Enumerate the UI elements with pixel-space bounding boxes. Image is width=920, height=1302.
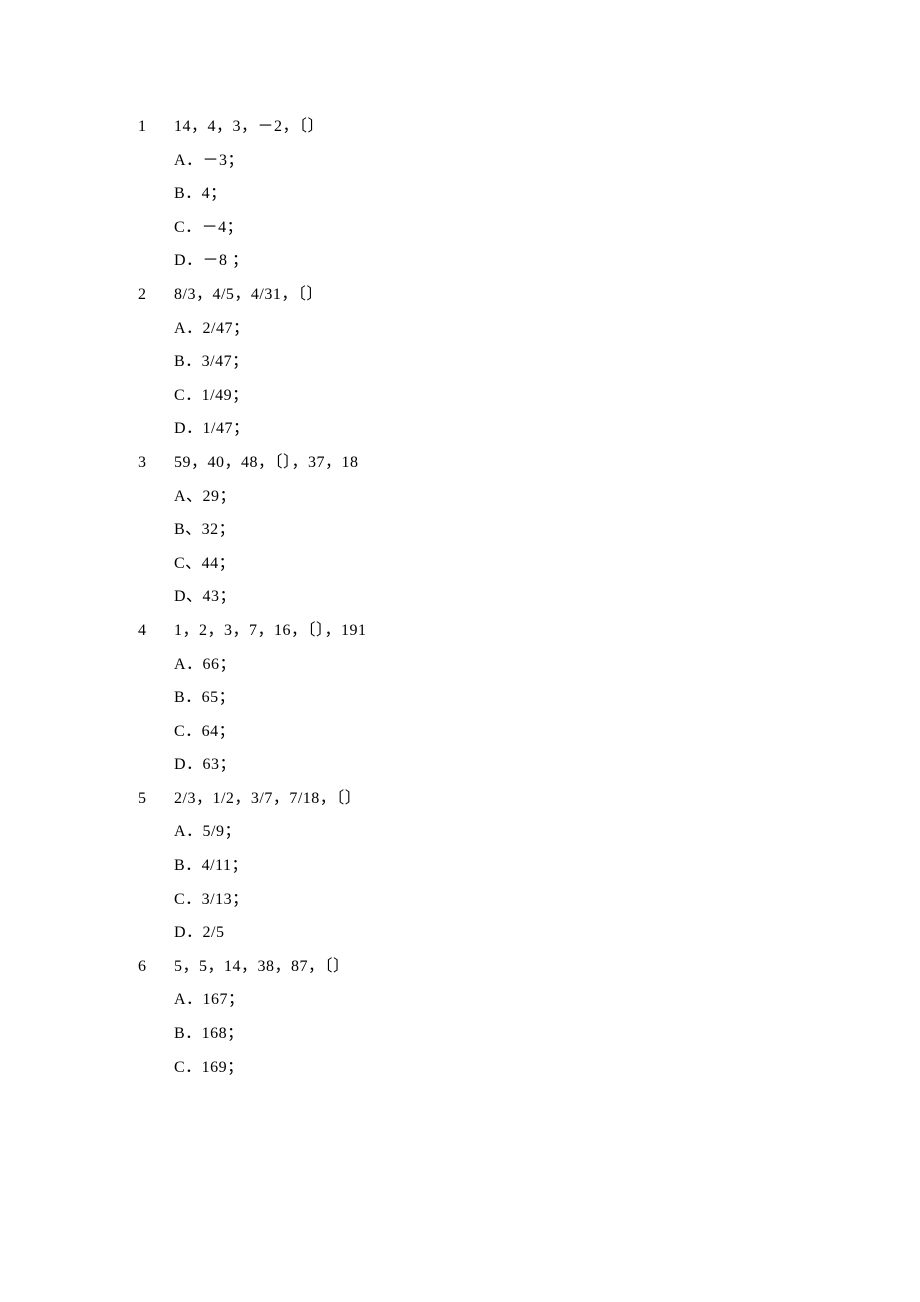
- option-c: C、44；: [174, 547, 920, 581]
- question-number: 3: [138, 446, 174, 480]
- question-row: 5 2/3，1/2，3/7，7/18，〔〕: [138, 782, 920, 816]
- option-a: A、29；: [174, 480, 920, 514]
- question-stem: 5，5，14，38，87，〔〕: [174, 950, 350, 984]
- question-number: 4: [138, 614, 174, 648]
- question-stem: 1，2，3，7，16，〔〕，191: [174, 614, 367, 648]
- question-stem: 2/3，1/2，3/7，7/18，〔〕: [174, 782, 361, 816]
- question-number: 5: [138, 782, 174, 816]
- question-2: 2 8/3，4/5，4/31，〔〕 A．2/47； B．3/47； C．1/49…: [138, 278, 920, 446]
- option-c: C．169；: [174, 1051, 920, 1085]
- question-row: 6 5，5，14，38，87，〔〕: [138, 950, 920, 984]
- question-row: 1 14，4，3，－2，〔〕: [138, 110, 920, 144]
- option-b: B．4；: [174, 177, 920, 211]
- option-d: D．63；: [174, 748, 920, 782]
- options: A．66； B．65； C．64； D．63；: [138, 648, 920, 782]
- question-number: 6: [138, 950, 174, 984]
- question-row: 3 59，40，48，〔〕，37，18: [138, 446, 920, 480]
- option-b: B．4/11；: [174, 849, 920, 883]
- question-number: 1: [138, 110, 174, 144]
- question-4: 4 1，2，3，7，16，〔〕，191 A．66； B．65； C．64； D．…: [138, 614, 920, 782]
- question-1: 1 14，4，3，－2，〔〕 A．－3； B．4； C．－4； D．－8 ；: [138, 110, 920, 278]
- option-c: C．64；: [174, 715, 920, 749]
- question-stem: 8/3，4/5，4/31，〔〕: [174, 278, 323, 312]
- question-row: 2 8/3，4/5，4/31，〔〕: [138, 278, 920, 312]
- option-d: D．－8 ；: [174, 244, 920, 278]
- options: A、29； B、32； C、44； D、43；: [138, 480, 920, 614]
- option-b: B．3/47；: [174, 345, 920, 379]
- option-a: A．2/47；: [174, 312, 920, 346]
- option-c: C．－4；: [174, 211, 920, 245]
- option-b: B．168；: [174, 1017, 920, 1051]
- question-6: 6 5，5，14，38，87，〔〕 A．167； B．168； C．169；: [138, 950, 920, 1084]
- options: A．2/47； B．3/47； C．1/49； D．1/47；: [138, 312, 920, 446]
- option-a: A．66；: [174, 648, 920, 682]
- question-5: 5 2/3，1/2，3/7，7/18，〔〕 A．5/9； B．4/11； C．3…: [138, 782, 920, 950]
- options: A．167； B．168； C．169；: [138, 983, 920, 1084]
- options: A．－3； B．4； C．－4； D．－8 ；: [138, 144, 920, 278]
- option-c: C．1/49；: [174, 379, 920, 413]
- option-a: A．5/9；: [174, 815, 920, 849]
- option-c: C．3/13；: [174, 883, 920, 917]
- option-d: D．1/47；: [174, 412, 920, 446]
- option-a: A．－3；: [174, 144, 920, 178]
- question-row: 4 1，2，3，7，16，〔〕，191: [138, 614, 920, 648]
- option-d: D．2/5: [174, 916, 920, 950]
- option-b: B、32；: [174, 513, 920, 547]
- option-a: A．167；: [174, 983, 920, 1017]
- page: 1 14，4，3，－2，〔〕 A．－3； B．4； C．－4； D．－8 ； 2…: [0, 0, 920, 1302]
- options: A．5/9； B．4/11； C．3/13； D．2/5: [138, 815, 920, 949]
- question-number: 2: [138, 278, 174, 312]
- option-d: D、43；: [174, 580, 920, 614]
- option-b: B．65；: [174, 681, 920, 715]
- question-stem: 59，40，48，〔〕，37，18: [174, 446, 359, 480]
- question-stem: 14，4，3，－2，〔〕: [174, 110, 324, 144]
- question-3: 3 59，40，48，〔〕，37，18 A、29； B、32； C、44； D、…: [138, 446, 920, 614]
